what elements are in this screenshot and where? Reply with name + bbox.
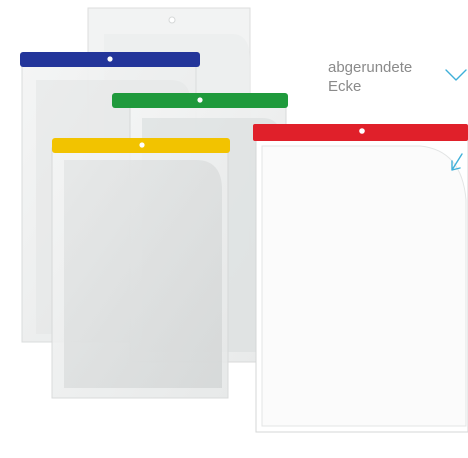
product-image: abgerundete Ecke (0, 0, 468, 458)
annotation-line-2: Ecke (328, 78, 362, 95)
annotation-line-1: abgerundete (328, 59, 413, 76)
rounded-corner-label: abgerundete Ecke (328, 58, 412, 96)
red-pocket (253, 124, 468, 433)
yellow-pocket (51, 138, 230, 399)
arrow-icon (445, 69, 467, 81)
